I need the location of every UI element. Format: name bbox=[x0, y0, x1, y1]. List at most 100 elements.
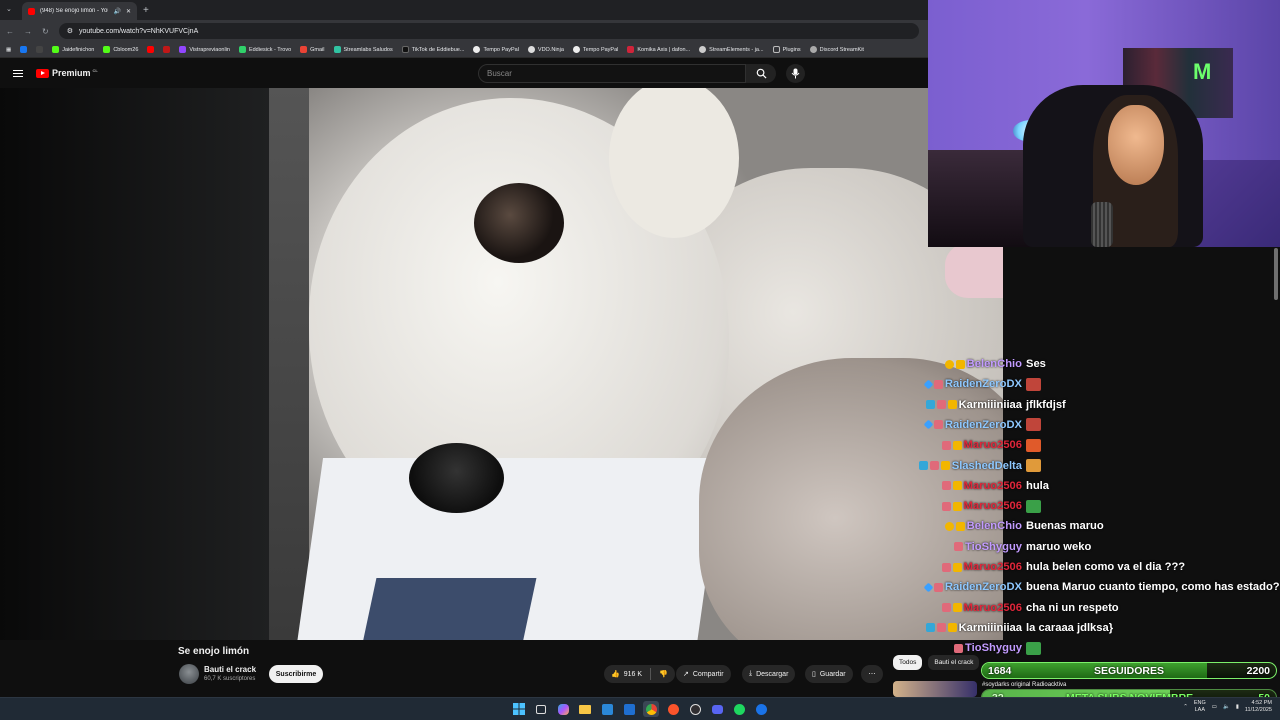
chat-user[interactable]: TioShyguy bbox=[905, 642, 1022, 654]
bookmark-item[interactable]: Komika Axis | dafon... bbox=[627, 46, 690, 53]
chat-username: RaidenZeroDX bbox=[944, 581, 1022, 594]
share-button[interactable]: ↗ Compartir bbox=[676, 665, 731, 683]
battery-icon[interactable]: ▮ bbox=[1236, 704, 1239, 710]
apps-icon[interactable]: ▦ bbox=[6, 47, 11, 53]
photos-icon[interactable] bbox=[599, 701, 615, 717]
download-button[interactable]: ⤓ Descargar bbox=[742, 665, 796, 683]
voice-search-button[interactable] bbox=[786, 64, 805, 83]
chat-user[interactable]: Maruo2506 bbox=[905, 500, 1022, 512]
app-icon[interactable] bbox=[753, 701, 769, 717]
bookmark-item[interactable]: Discord StreamKit bbox=[809, 46, 864, 53]
chat-username: Maruo2506 bbox=[963, 561, 1022, 573]
bookmark-x[interactable] bbox=[36, 46, 44, 53]
channel-avatar[interactable] bbox=[179, 664, 199, 684]
new-tab-button[interactable]: + bbox=[143, 5, 149, 16]
obs-icon[interactable] bbox=[687, 701, 703, 717]
volume-icon[interactable]: 🔈 bbox=[1223, 704, 1230, 710]
chat-user[interactable]: RaidenZeroDX bbox=[905, 378, 1022, 390]
gem-badge-icon bbox=[923, 582, 934, 593]
chat-text: la caraaa jdlksa} bbox=[1026, 621, 1114, 634]
search-button[interactable] bbox=[746, 64, 776, 83]
chat-message: Maruo2506 hula belen como va el dia ??? bbox=[905, 557, 1185, 577]
video-player[interactable] bbox=[269, 88, 1003, 640]
task-view-icon[interactable] bbox=[533, 701, 549, 717]
chat-user[interactable]: BelenChio bbox=[905, 520, 1022, 532]
bookmark-facebook[interactable] bbox=[20, 46, 28, 53]
pk-badge-icon bbox=[933, 379, 943, 389]
outlook-icon[interactable] bbox=[621, 701, 637, 717]
emote-icon bbox=[1026, 377, 1041, 391]
reload-icon[interactable]: ↻ bbox=[42, 27, 49, 36]
bookmark-item[interactable]: Streamlabs Saludos bbox=[333, 46, 393, 53]
scrollbar[interactable] bbox=[1274, 248, 1278, 300]
system-clock[interactable]: 4:52 PM 11/12/2025 bbox=[1245, 700, 1272, 714]
chat-user[interactable]: RaidenZeroDX bbox=[905, 581, 1022, 593]
followers-label: SEGUIDORES bbox=[1094, 665, 1165, 677]
chat-username: Karmiiiniiaa bbox=[958, 398, 1022, 411]
bookmark-item[interactable]: Jaidefinichon bbox=[52, 46, 94, 53]
bookmark-item[interactable]: VDO.Ninja bbox=[527, 46, 564, 53]
start-icon[interactable] bbox=[511, 701, 527, 717]
bookmark-item[interactable]: Eddiesick - Trovo bbox=[238, 46, 291, 53]
bookmark-folder[interactable]: Plugins bbox=[772, 46, 801, 53]
bookmark-red[interactable] bbox=[163, 46, 171, 53]
pk-badge-icon bbox=[954, 542, 964, 552]
bookmark-item[interactable]: TikTok de Eddiebue... bbox=[401, 46, 464, 53]
player-letterbox bbox=[0, 88, 269, 640]
chat-user[interactable]: Maruo2506 bbox=[905, 561, 1022, 573]
chat-message: TioShyguy maruo weko bbox=[905, 537, 1091, 557]
file-explorer-icon[interactable] bbox=[577, 701, 593, 717]
chat-user[interactable]: Maruo2506 bbox=[905, 439, 1022, 451]
browser-tab[interactable]: (948) Se enojo limón - YouTub 🔊 ✕ bbox=[22, 2, 137, 20]
bookmark-youtube[interactable] bbox=[147, 46, 155, 53]
streamer-microphone bbox=[1091, 202, 1113, 247]
bookmark-item[interactable]: Vistrapreviaonlin bbox=[179, 46, 230, 53]
bookmark-item[interactable]: Cbloom26 bbox=[103, 46, 138, 53]
chat-user[interactable]: BelenChio bbox=[905, 358, 1022, 370]
address-bar[interactable]: ⚙ youtube.com/watch?v=NhKVUFVCjnA bbox=[58, 23, 919, 39]
chat-user[interactable]: Karmiiiniiaa bbox=[905, 399, 1022, 411]
back-icon[interactable]: ← bbox=[6, 27, 14, 36]
more-actions-button[interactable]: ⋯ bbox=[861, 665, 883, 683]
save-button[interactable]: ▯ Guardar bbox=[805, 665, 853, 683]
copilot-icon[interactable] bbox=[555, 701, 571, 717]
recommended-thumbnail[interactable] bbox=[893, 681, 977, 697]
chat-user[interactable]: RaidenZeroDX bbox=[905, 419, 1022, 431]
bookmark-item[interactable]: Tempo PayPal bbox=[473, 46, 519, 53]
chat-user[interactable]: Karmiiiniiaa bbox=[905, 622, 1022, 634]
chat-user[interactable]: SlashedDelta bbox=[905, 460, 1022, 472]
menu-icon[interactable] bbox=[13, 70, 23, 77]
emote-icon bbox=[1026, 499, 1041, 513]
bookmark-item[interactable]: Gmail bbox=[300, 46, 325, 53]
dislike-button[interactable]: 👎 bbox=[659, 670, 668, 678]
chat-username: TioShyguy bbox=[965, 540, 1022, 553]
recommended-title[interactable]: #soydarks original Radioacktiva bbox=[982, 682, 1066, 688]
crown-badge-icon bbox=[952, 481, 962, 491]
bookmark-item[interactable]: Tempo PayPal bbox=[572, 46, 618, 53]
forward-icon[interactable]: → bbox=[24, 27, 32, 36]
chat-text: jflkfdjsf bbox=[1026, 398, 1066, 411]
chat-user[interactable]: Maruo2506 bbox=[905, 480, 1022, 492]
tab-list-icon[interactable]: ⌄ bbox=[6, 5, 12, 13]
subscribe-button[interactable]: Suscribirme bbox=[269, 665, 323, 683]
chat-user[interactable]: TioShyguy bbox=[905, 541, 1022, 553]
site-info-icon[interactable]: ⚙ bbox=[67, 27, 73, 35]
speaker-icon[interactable]: 🔊 bbox=[113, 8, 120, 15]
chrome-icon[interactable] bbox=[643, 701, 659, 717]
crown-badge-icon bbox=[947, 623, 957, 633]
discord-icon[interactable] bbox=[709, 701, 725, 717]
brave-icon[interactable] bbox=[665, 701, 681, 717]
network-icon[interactable]: ▭ bbox=[1212, 704, 1217, 710]
chat-user[interactable]: Maruo2506 bbox=[905, 602, 1022, 614]
bookmark-item[interactable]: StreamElements - ja... bbox=[699, 46, 764, 53]
like-button[interactable]: 👍 916 K bbox=[611, 670, 642, 679]
spotify-icon[interactable] bbox=[731, 701, 747, 717]
close-tab-icon[interactable]: ✕ bbox=[126, 8, 131, 15]
tray-chevron-icon[interactable]: ⌃ bbox=[1183, 704, 1188, 710]
channel-name[interactable]: Bauti el crack bbox=[204, 665, 256, 674]
chat-text: hula belen como va el dia ??? bbox=[1026, 561, 1186, 573]
language-indicator[interactable]: ENG LAA bbox=[1194, 700, 1206, 714]
search-input[interactable]: Buscar bbox=[478, 64, 746, 83]
youtube-logo[interactable]: Premium CL bbox=[36, 68, 98, 78]
video-title: Se enojo limón bbox=[178, 646, 250, 657]
